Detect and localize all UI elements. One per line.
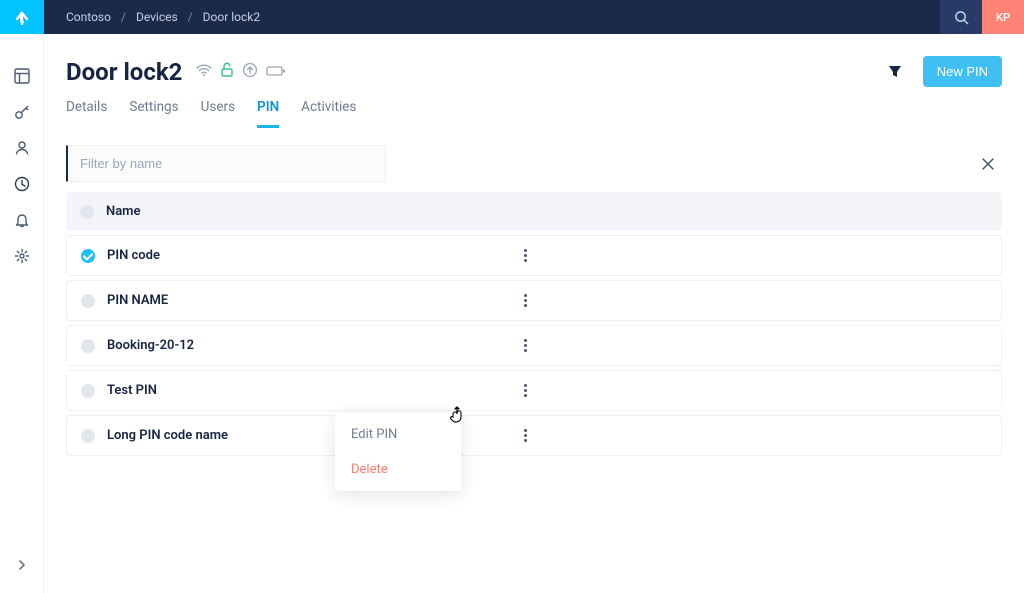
row-name: Long PIN code name [107, 428, 228, 443]
avatar[interactable]: KP [982, 0, 1024, 34]
table-row[interactable]: Booking-20-12 [66, 325, 1002, 366]
row-name: PIN code [107, 248, 160, 263]
topbar: Contoso / Devices / Door lock2 KP [44, 0, 1024, 34]
row-select[interactable] [81, 249, 95, 263]
filter-input-wrap [66, 145, 386, 182]
breadcrumb-sep: / [188, 10, 193, 24]
breadcrumb-org[interactable]: Contoso [66, 10, 111, 24]
tab-activities[interactable]: Activities [301, 99, 356, 128]
nav-user-icon[interactable] [0, 130, 44, 166]
wifi-icon [196, 62, 212, 81]
nav-settings-icon[interactable] [0, 238, 44, 274]
tabs: Details Settings Users PIN Activities [66, 99, 1002, 129]
nav-dashboard-icon[interactable] [0, 58, 44, 94]
more-icon[interactable] [517, 381, 533, 401]
row-name: Test PIN [107, 383, 157, 398]
row-name: Booking-20-12 [107, 338, 194, 353]
tab-details[interactable]: Details [66, 99, 107, 128]
nav-clock-icon[interactable] [0, 166, 44, 202]
menu-edit-pin[interactable]: Edit PIN [335, 417, 461, 452]
breadcrumb-devices[interactable]: Devices [136, 10, 178, 24]
search-icon[interactable] [940, 0, 982, 34]
tab-pin[interactable]: PIN [257, 99, 279, 128]
table-row[interactable]: Long PIN code name [66, 415, 1002, 456]
page-title: Door lock2 [66, 58, 182, 86]
more-icon[interactable] [517, 246, 533, 266]
breadcrumb-sep: / [121, 10, 126, 24]
tab-users[interactable]: Users [201, 99, 235, 128]
nav-bell-icon[interactable] [0, 202, 44, 238]
table-row[interactable]: PIN NAME [66, 280, 1002, 321]
table-header: Name [66, 192, 1002, 231]
lock-open-icon [220, 62, 234, 82]
row-name: PIN NAME [107, 293, 168, 308]
row-select[interactable] [81, 384, 95, 398]
menu-delete[interactable]: Delete [335, 452, 461, 487]
side-rail: t [0, 0, 44, 593]
context-menu: Edit PIN Delete [335, 413, 461, 491]
upload-icon [242, 62, 258, 82]
row-select[interactable] [81, 339, 95, 353]
table-row[interactable]: PIN code [66, 235, 1002, 276]
nav-expand-icon[interactable] [0, 547, 44, 583]
battery-icon [266, 62, 286, 81]
table-row[interactable]: Test PIN [66, 370, 1002, 411]
close-icon[interactable] [974, 150, 1002, 178]
more-icon[interactable] [517, 336, 533, 356]
filter-icon[interactable] [883, 60, 907, 84]
new-pin-button[interactable]: New PIN [923, 56, 1002, 87]
app-logo[interactable]: t [0, 0, 44, 34]
breadcrumb-current[interactable]: Door lock2 [203, 10, 260, 24]
more-icon[interactable] [517, 426, 533, 446]
row-select[interactable] [81, 429, 95, 443]
device-status-icons [196, 62, 286, 82]
more-icon[interactable] [517, 291, 533, 311]
row-select[interactable] [81, 294, 95, 308]
filter-input[interactable] [68, 146, 385, 181]
tab-settings[interactable]: Settings [129, 99, 178, 128]
nav-key-icon[interactable] [0, 94, 44, 130]
header-select-all[interactable] [80, 205, 94, 219]
col-name: Name [106, 204, 140, 219]
